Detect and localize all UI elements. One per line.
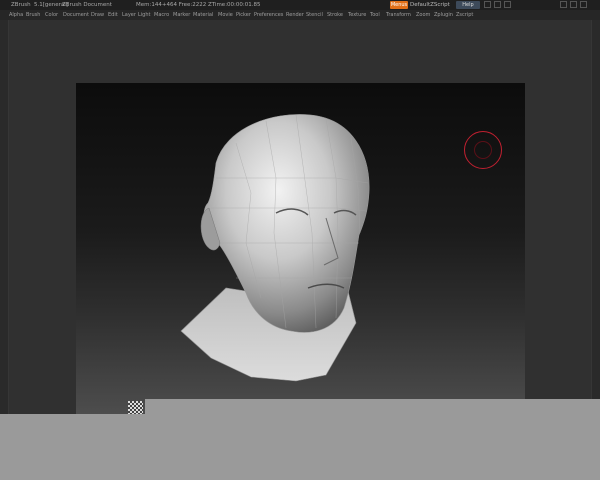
colors-icon[interactable] <box>504 1 511 8</box>
close-icon[interactable] <box>580 1 587 8</box>
layout-icon[interactable] <box>484 1 491 8</box>
document-name: ZBrush Document <box>62 2 112 8</box>
menu-edit[interactable]: Edit <box>108 10 118 20</box>
menu-zoom[interactable]: Zoom <box>416 10 430 20</box>
sculpted-head-model[interactable] <box>76 83 525 414</box>
checker-nav-icon[interactable] <box>128 401 143 414</box>
bottom-shelf-lip <box>145 399 600 415</box>
menu-transform[interactable]: Transform <box>386 10 411 20</box>
menu-render[interactable]: Render <box>286 10 304 20</box>
help-button[interactable]: Help <box>456 1 480 9</box>
menu-alpha[interactable]: Alpha <box>9 10 23 20</box>
app-name: ZBrush <box>11 2 31 8</box>
menu-macro[interactable]: Macro <box>154 10 169 20</box>
ui-icon[interactable] <box>494 1 501 8</box>
left-tray[interactable] <box>0 20 9 414</box>
menu-movie[interactable]: Movie <box>218 10 233 20</box>
memory-stats: Mem:144+464 Free:2222 ZTime:00:00:01.85 <box>136 2 261 8</box>
bottom-shelf <box>0 414 600 480</box>
right-tray[interactable] <box>591 20 600 414</box>
menu-tool[interactable]: Tool <box>370 10 380 20</box>
menu-draw[interactable]: Draw <box>91 10 104 20</box>
menu-stroke[interactable]: Stroke <box>327 10 343 20</box>
menu-picker[interactable]: Picker <box>236 10 251 20</box>
default-script-label[interactable]: DefaultZScript <box>410 0 450 10</box>
brush-inner-ring-icon <box>474 141 492 159</box>
menu-light[interactable]: Light <box>138 10 150 20</box>
right-tray-handle[interactable] <box>594 260 598 300</box>
title-bar: ZBrush 5.1[general] ZBrush Document Mem:… <box>0 0 600 10</box>
menu-stencil[interactable]: Stencil <box>306 10 323 20</box>
menus-button[interactable]: Menus <box>390 1 408 9</box>
menu-zscript[interactable]: Zscript <box>456 10 473 20</box>
minimize-icon[interactable] <box>560 1 567 8</box>
viewport-canvas[interactable] <box>76 83 525 414</box>
left-tray-handle[interactable] <box>2 260 6 300</box>
menu-bar: Alpha Brush Color Document Draw Edit Lay… <box>0 10 600 20</box>
menu-material[interactable]: Material <box>193 10 213 20</box>
menu-layer[interactable]: Layer <box>122 10 136 20</box>
menu-brush[interactable]: Brush <box>26 10 40 20</box>
menu-texture[interactable]: Texture <box>348 10 366 20</box>
menu-marker[interactable]: Marker <box>173 10 190 20</box>
menu-preferences[interactable]: Preferences <box>254 10 283 20</box>
maximize-icon[interactable] <box>570 1 577 8</box>
menu-zplugin[interactable]: Zplugin <box>434 10 453 20</box>
menu-document[interactable]: Document <box>63 10 89 20</box>
menu-color[interactable]: Color <box>45 10 58 20</box>
